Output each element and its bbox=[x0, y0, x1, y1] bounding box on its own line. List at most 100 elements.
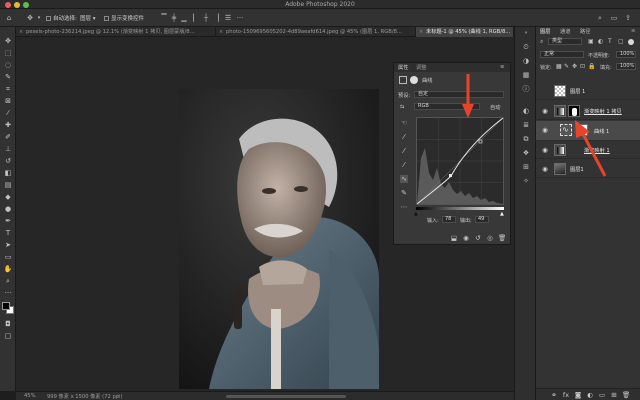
eye-icon[interactable]: ◉ bbox=[541, 146, 549, 154]
align-right-icon[interactable]: ▕ bbox=[212, 14, 220, 22]
auto-button[interactable]: 自动 bbox=[490, 104, 500, 111]
blur-tool-icon[interactable]: ◆ bbox=[3, 193, 13, 202]
document-tab-3[interactable]: × 未标题-1 @ 45% (曲线 1, RGB/8... bbox=[416, 27, 514, 37]
trash-icon[interactable]: 🗑 bbox=[622, 391, 630, 399]
styles-icon[interactable]: ❖ bbox=[522, 149, 530, 157]
output-field[interactable]: 49 bbox=[475, 216, 489, 223]
lock-all-icon[interactable]: 🔒 bbox=[588, 63, 595, 70]
hand-tool-icon[interactable]: ✋ bbox=[3, 265, 13, 274]
path-select-tool-icon[interactable]: ➤ bbox=[3, 241, 13, 250]
home-icon[interactable]: ⌂ bbox=[5, 14, 13, 22]
lock-position-icon[interactable]: ✥ bbox=[572, 63, 577, 70]
screen-mode-icon[interactable]: ▢ bbox=[3, 332, 13, 341]
tab-paths[interactable]: 路径 bbox=[580, 28, 590, 35]
mask-icon[interactable] bbox=[410, 76, 418, 84]
white-point-slider-icon[interactable]: ▲ bbox=[500, 211, 504, 217]
tab-adjustments[interactable]: 调整 bbox=[416, 64, 426, 71]
foreground-color-swatch[interactable] bbox=[2, 302, 10, 310]
align-left-icon[interactable]: ▏ bbox=[192, 14, 200, 22]
channels-icon[interactable]: ⊞ bbox=[522, 163, 530, 171]
link-layers-icon[interactable]: ⚭ bbox=[550, 391, 558, 399]
dodge-tool-icon[interactable]: ● bbox=[3, 205, 13, 214]
share-icon[interactable]: ⇪ bbox=[624, 14, 632, 22]
transform-controls-checkbox[interactable]: 显示变换控件 bbox=[104, 14, 144, 22]
info-icon[interactable]: ⓘ bbox=[522, 85, 530, 93]
auto-select-checkbox[interactable]: 自动选择: bbox=[46, 14, 77, 22]
auto-select-target-dropdown[interactable]: 图层 ▾ bbox=[80, 14, 96, 22]
collapse-panels-icon[interactable]: » bbox=[522, 29, 530, 37]
trash-icon[interactable]: 🗑 bbox=[498, 234, 506, 242]
canvas-area[interactable]: 属性 调整 ≡ 曲线 预设: 自定 ⇆ RGB 自动 ☜ ⁄ ⁄ ⁄ ∿ ✎ ⋯ bbox=[16, 37, 514, 391]
healing-brush-tool-icon[interactable]: ✚ bbox=[3, 121, 13, 130]
filter-pixel-icon[interactable]: ▣ bbox=[588, 38, 594, 45]
channel-icon[interactable]: ⇆ bbox=[400, 104, 404, 110]
search-icon[interactable]: ⌕ bbox=[596, 14, 604, 22]
align-bottom-icon[interactable]: ▁ bbox=[180, 14, 188, 22]
lasso-tool-icon[interactable]: ◌ bbox=[3, 61, 13, 70]
curve-graph[interactable] bbox=[416, 117, 504, 205]
more-options-icon[interactable]: ··· bbox=[236, 14, 244, 22]
expand-info-icon[interactable]: › bbox=[117, 393, 119, 399]
zoom-tool-icon[interactable]: ⌕ bbox=[3, 277, 13, 286]
preset-dropdown[interactable]: 自定 bbox=[414, 91, 504, 98]
on-image-adjust-icon[interactable]: ☜ bbox=[400, 119, 408, 127]
filter-toggle[interactable] bbox=[628, 39, 634, 45]
tab-channels[interactable]: 通道 bbox=[560, 28, 570, 35]
fill-field[interactable]: 100% bbox=[616, 63, 636, 70]
swatches-icon[interactable]: ▦ bbox=[522, 71, 530, 79]
tool-preset-dropdown-icon[interactable]: ▾ bbox=[35, 14, 43, 22]
adjustments-icon[interactable]: ◐ bbox=[522, 107, 530, 115]
marquee-tool-icon[interactable]: ⬚ bbox=[3, 49, 13, 58]
document-photo[interactable] bbox=[179, 89, 379, 389]
tab-properties[interactable]: 属性 bbox=[398, 64, 408, 71]
distribute-icon[interactable]: ☰ bbox=[224, 14, 232, 22]
eye-icon[interactable]: ◉ bbox=[541, 165, 549, 173]
gradient-tool-icon[interactable]: ▤ bbox=[3, 181, 13, 190]
filter-shape-icon[interactable]: ▢ bbox=[618, 38, 624, 45]
pencil-curve-icon[interactable]: ✎ bbox=[400, 189, 408, 197]
eye-icon[interactable]: ◉ bbox=[541, 107, 549, 115]
layer-style-icon[interactable]: fx bbox=[562, 391, 570, 399]
align-top-icon[interactable]: ▔ bbox=[160, 14, 168, 22]
reset-icon[interactable]: ↺ bbox=[474, 234, 482, 242]
curve-point-icon[interactable]: ∿ bbox=[400, 175, 408, 183]
black-point-slider-icon[interactable]: ▲ bbox=[414, 211, 418, 217]
properties-icon[interactable]: ≣ bbox=[522, 121, 530, 129]
tab-layers[interactable]: 图层 bbox=[540, 28, 550, 35]
gray-point-eyedropper-icon[interactable]: ⁄ bbox=[400, 147, 408, 155]
filter-type-icon[interactable]: T bbox=[608, 38, 612, 45]
history-icon[interactable]: ⏲ bbox=[522, 43, 530, 51]
blend-mode-dropdown[interactable]: 正常 bbox=[540, 51, 584, 58]
more-tools-icon[interactable]: ··· bbox=[3, 289, 13, 298]
smooth-curve-icon[interactable]: ⋯ bbox=[400, 203, 408, 211]
shape-tool-icon[interactable]: ▭ bbox=[3, 253, 13, 262]
clone-stamp-tool-icon[interactable]: ⊥ bbox=[3, 145, 13, 154]
move-tool-icon[interactable]: ✥ bbox=[3, 37, 13, 46]
black-point-eyedropper-icon[interactable]: ⁄ bbox=[400, 133, 408, 141]
lock-pixels-icon[interactable]: ▦ bbox=[556, 63, 562, 70]
history-brush-tool-icon[interactable]: ↺ bbox=[3, 157, 13, 166]
workspace-icon[interactable]: ▭ bbox=[610, 14, 618, 22]
document-tab-2[interactable]: × photo-1509695605202-4d89aeafd614.jpeg … bbox=[216, 27, 416, 37]
libraries-icon[interactable]: ⧉ bbox=[522, 135, 530, 143]
move-tool-icon[interactable]: ✥ bbox=[26, 14, 34, 22]
frame-tool-icon[interactable]: ⊠ bbox=[3, 97, 13, 106]
visibility-icon[interactable]: ◎ bbox=[486, 234, 494, 242]
horizontal-scrollbar[interactable] bbox=[226, 395, 346, 398]
brush-tool-icon[interactable]: ✐ bbox=[3, 133, 13, 142]
document-info[interactable]: 999 像素 x 1500 像素 (72 ppi) bbox=[47, 393, 123, 400]
eye-icon[interactable]: ◉ bbox=[541, 126, 549, 134]
auto-select-check[interactable] bbox=[46, 16, 51, 21]
zoom-level[interactable]: 45% bbox=[24, 393, 36, 399]
eyedropper-tool-icon[interactable]: ⁄ bbox=[3, 109, 13, 118]
lock-artboard-icon[interactable]: ⊡ bbox=[580, 63, 585, 70]
pen-tool-icon[interactable]: ✒ bbox=[3, 217, 13, 226]
layer-kind-filter[interactable]: 类型 bbox=[548, 38, 582, 45]
new-group-icon[interactable]: ▭ bbox=[598, 391, 606, 399]
close-tab-icon[interactable]: × bbox=[19, 27, 23, 37]
filter-adjustment-icon[interactable]: ◐ bbox=[598, 38, 603, 45]
close-tab-icon[interactable]: × bbox=[419, 27, 423, 37]
transform-controls-check[interactable] bbox=[104, 16, 109, 21]
close-tab-icon[interactable]: × bbox=[219, 27, 223, 37]
white-point-eyedropper-icon[interactable]: ⁄ bbox=[400, 161, 408, 169]
